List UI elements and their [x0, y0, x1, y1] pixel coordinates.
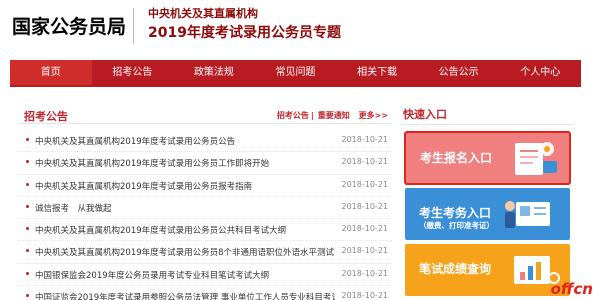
header-divider: [133, 8, 134, 44]
register-entry-label: 考生报名入口: [420, 151, 493, 165]
score-query-label: 笔试成绩查询: [419, 262, 492, 276]
nav-personal-center[interactable]: 个人中心: [499, 60, 581, 85]
news-date: 2018-10-21: [341, 179, 389, 189]
announcement-panel: 招考公告 招考公告 | 重要通知 更多>> 中央机关及其直属机构2019年度考试录用…: [18, 106, 392, 300]
bullet-icon: [26, 160, 29, 164]
bullet-icon: [26, 271, 29, 275]
nav-notices[interactable]: 公告公示: [418, 60, 500, 85]
list-item[interactable]: 中央机关及其直属机构2019年度考试录用公务员8个非通用语职位外语水平测试考试大…: [18, 241, 392, 264]
exam-affairs-entry-button[interactable]: 考生考务入口 （缴费、打印准考证）: [405, 188, 570, 240]
exam-affairs-entry-note: （缴费、打印准考证）: [419, 221, 494, 230]
news-date: 2018-10-21: [341, 157, 389, 167]
header-subtitle: 中央机关及其直属机构: [148, 7, 258, 20]
quick-entry-title: 快速入口: [403, 108, 447, 121]
news-title[interactable]: 中央机关及其直属机构2019年度考试录用公务员报考指南: [35, 180, 335, 192]
nav-policy[interactable]: 政策法规: [173, 60, 255, 85]
exam-affairs-entry-label: 考生考务入口: [419, 206, 492, 220]
main-nav: 首页 招考公告 政策法规 常见问题 相关下载 公告公示 个人中心: [10, 60, 581, 85]
news-title[interactable]: 中央机关及其直属机构2019年度考试录用公务员8个非通用语职位外语水平测试考试大…: [35, 246, 335, 258]
news-date: 2018-10-21: [341, 201, 389, 211]
news-date: 2018-10-21: [341, 224, 389, 234]
nav-announcements[interactable]: 招考公告: [92, 60, 174, 85]
quick-entry-panel: 快速入口 考生报名入口 考生考务入口 （缴费、打印准考证） 笔试成绩查询: [401, 106, 574, 300]
link-announcements[interactable]: 招考公告: [277, 111, 309, 120]
nav-home[interactable]: 首页: [10, 60, 92, 85]
news-title[interactable]: 中国银保监会2019年度公务员录用考试专业科目笔试考试大纲: [35, 269, 335, 281]
list-item[interactable]: 诚信报考 从我做起 2018-10-21: [18, 197, 392, 220]
news-date: 2018-10-21: [341, 291, 389, 300]
panel-title: 招考公告: [24, 110, 68, 123]
list-item[interactable]: 中央机关及其直属机构2019年度考试录用公务员工作即将开始 2018-10-21: [18, 152, 392, 175]
panel-links: 招考公告 | 重要通知 更多>>: [275, 110, 388, 121]
register-entry-button[interactable]: 考生报名入口: [405, 132, 570, 184]
registration-form-icon: [515, 142, 557, 175]
nav-downloads[interactable]: 相关下载: [336, 60, 418, 85]
site-logo[interactable]: 国家公务员局: [12, 12, 126, 39]
list-item[interactable]: 中国银保监会2019年度公务员录用考试专业科目笔试考试大纲 2018-10-21: [18, 264, 392, 287]
news-title[interactable]: 中国证监会2019年度考试录用参照公务员法管理 事业单位工作人员专业科目考试大纲…: [35, 291, 335, 300]
page-title: 2019年度考试录用公务员专题: [148, 25, 341, 41]
list-item[interactable]: 中国证监会2019年度考试录用参照公务员法管理 事业单位工作人员专业科目考试大纲…: [18, 286, 392, 300]
panel-header: 招考公告 招考公告 | 重要通知 更多>>: [18, 106, 392, 124]
watermark-logo: offcn: [550, 280, 593, 298]
bullet-icon: [26, 227, 29, 231]
admission-ticket-icon: [505, 201, 550, 228]
bullet-icon: [26, 249, 29, 253]
bullet-icon: [26, 204, 29, 208]
news-date: 2018-10-21: [341, 246, 389, 256]
news-title[interactable]: 诚信报考 从我做起: [35, 202, 335, 214]
news-date: 2018-10-21: [341, 135, 389, 144]
list-item[interactable]: 中央机关及其直属机构2019年度考试录用公务员报考指南 2018-10-21: [18, 175, 392, 197]
quick-entry-divider: [401, 124, 574, 125]
nav-faq[interactable]: 常见问题: [255, 60, 337, 85]
score-query-button[interactable]: 笔试成绩查询: [405, 244, 570, 296]
news-title[interactable]: 中央机关及其直属机构2019年度考试录用公务员工作即将开始: [35, 157, 335, 169]
news-list: 中央机关及其直属机构2019年度考试录用公务员公告 2018-10-21 中央机关…: [18, 130, 392, 300]
nav-underline: [10, 85, 581, 87]
site-header: 国家公务员局 中央机关及其直属机构 2019年度考试录用公务员专题: [0, 0, 599, 58]
link-more[interactable]: 更多>>: [359, 111, 388, 120]
news-title[interactable]: 中央机关及其直属机构2019年度考试录用公务员公共科目考试大纲: [35, 224, 335, 236]
bullet-icon: [26, 294, 29, 298]
list-item[interactable]: 中央机关及其直属机构2019年度考试录用公务员公告 2018-10-21: [18, 130, 392, 153]
news-date: 2018-10-21: [341, 268, 389, 278]
bullet-icon: [26, 138, 29, 141]
link-important-notices[interactable]: 重要通知: [318, 111, 350, 120]
link-separator: |: [310, 111, 314, 120]
list-item[interactable]: 中央机关及其直属机构2019年度考试录用公务员公共科目考试大纲 2018-10-2…: [18, 219, 392, 242]
news-title[interactable]: 中央机关及其直属机构2019年度考试录用公务员公告: [35, 135, 335, 147]
bullet-icon: [26, 182, 29, 186]
